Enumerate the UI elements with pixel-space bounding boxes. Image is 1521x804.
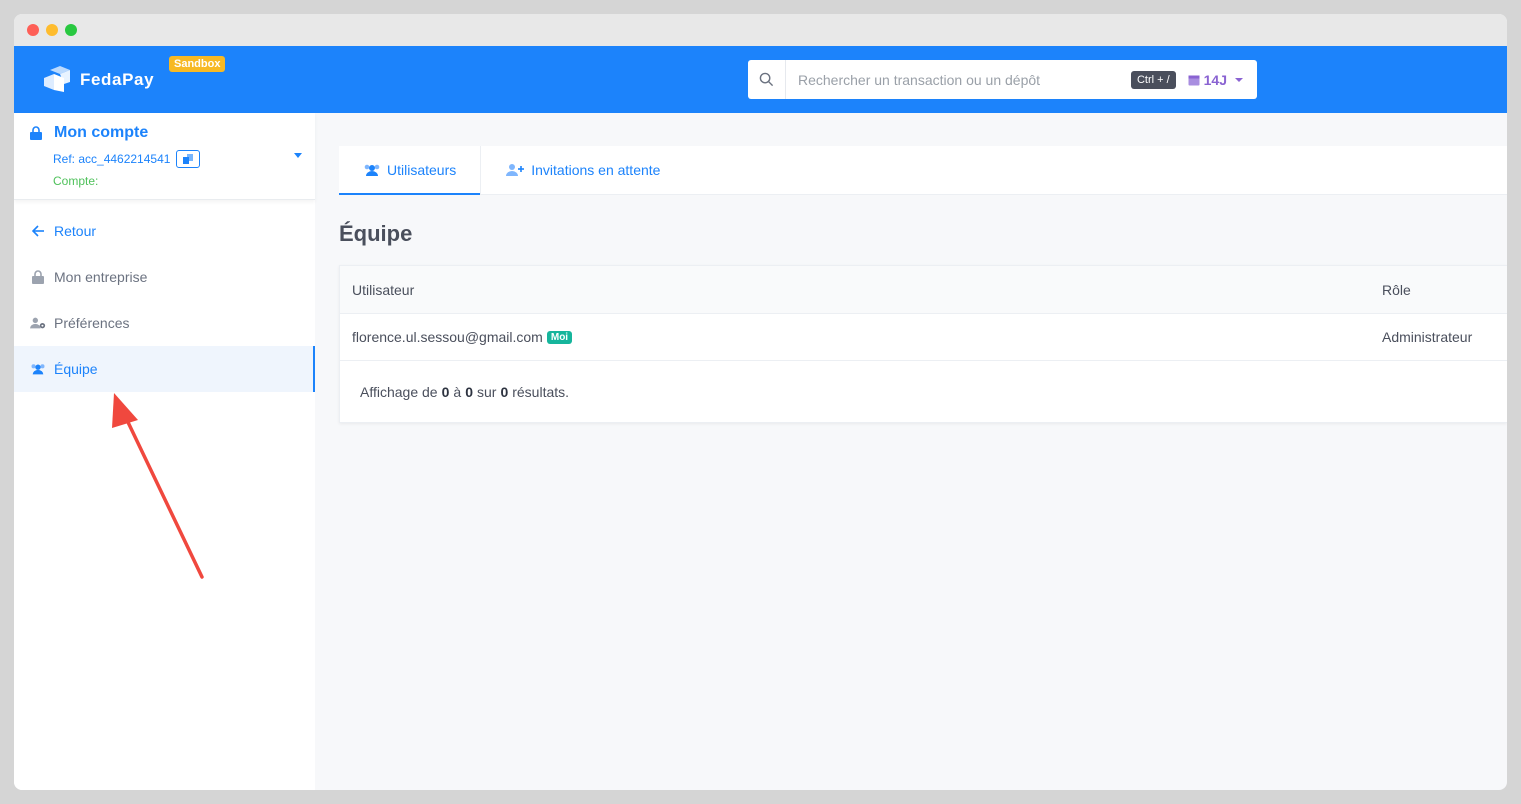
arrow-left-icon	[30, 223, 46, 239]
pagination-to-word: à	[453, 383, 462, 400]
sidebar: Mon compte Ref: acc_4462214541 Compte: R…	[14, 113, 315, 790]
sidebar-item-label: Mon entreprise	[54, 269, 148, 285]
page-title: Équipe	[339, 221, 413, 246]
user-email: florence.ul.sessou@gmail.com	[352, 329, 543, 345]
lock-icon	[30, 126, 42, 140]
fedapay-logo-icon	[44, 66, 70, 92]
pagination-to: 0	[465, 383, 473, 400]
brand-logo[interactable]: FedaPay	[40, 66, 154, 94]
browser-window: FedaPay Sandbox Ctrl + / 14J Mon compte …	[14, 14, 1507, 790]
role-cell: Administrateur	[1382, 329, 1473, 345]
tab-label: Utilisateurs	[387, 162, 457, 178]
pagination-summary: Affichage de 0 à 0 sur 0 résultats.	[340, 361, 1507, 422]
title-bar	[14, 14, 1507, 46]
table-header: Utilisateur Rôle	[340, 266, 1507, 314]
pagination-prefix: Affichage de	[360, 383, 438, 400]
account-ref: Ref: acc_4462214541	[53, 150, 201, 168]
minimize-window-button[interactable]	[46, 24, 58, 36]
search-icon[interactable]	[748, 60, 786, 99]
calendar-icon	[1188, 75, 1200, 85]
sidebar-item-preferences[interactable]: Préférences	[14, 300, 315, 346]
search-input[interactable]	[786, 60, 1131, 99]
sidebar-item-label: Préférences	[54, 315, 130, 331]
main-content: Utilisateurs Invitations en attente Équi…	[339, 146, 1507, 423]
team-table: Utilisateur Rôle florence.ul.sessou@gmai…	[339, 265, 1507, 423]
chevron-down-icon	[1235, 77, 1243, 82]
pagination-from: 0	[441, 383, 450, 400]
period-selector[interactable]: 14J	[1188, 72, 1243, 88]
sidebar-item-label: Retour	[54, 223, 97, 239]
users-icon	[30, 361, 46, 377]
chevron-down-icon[interactable]	[294, 153, 302, 158]
copy-icon	[183, 154, 194, 164]
account-type: Compte:	[53, 174, 99, 188]
sidebar-nav: Retour Mon entreprise Préférences Équipe	[14, 208, 315, 392]
top-navbar: FedaPay Sandbox Ctrl + / 14J	[14, 46, 1507, 113]
user-gear-icon	[30, 315, 46, 331]
tab-label: Invitations en attente	[531, 162, 661, 178]
users-icon	[364, 164, 380, 176]
sidebar-item-retour[interactable]: Retour	[14, 208, 315, 254]
account-ref-label: Ref: acc_4462214541	[53, 152, 171, 166]
pagination-suffix: résultats.	[512, 383, 570, 400]
tab-utilisateurs[interactable]: Utilisateurs	[339, 146, 482, 195]
search-bar: Ctrl + / 14J	[748, 60, 1257, 99]
search-shortcut-hint: Ctrl + /	[1130, 70, 1176, 89]
period-label: 14J	[1203, 71, 1227, 88]
copy-ref-button[interactable]	[176, 150, 201, 168]
account-title-label: Mon compte	[54, 124, 149, 141]
user-cell: florence.ul.sessou@gmail.com Moi	[340, 329, 1381, 345]
sandbox-badge: Sandbox	[169, 56, 226, 72]
column-header-role[interactable]: Rôle	[1381, 282, 1507, 298]
account-switcher[interactable]: Mon compte Ref: acc_4462214541 Compte:	[14, 113, 315, 200]
pagination-of-word: sur	[476, 383, 497, 400]
close-window-button[interactable]	[27, 24, 39, 36]
team-tabs: Utilisateurs Invitations en attente	[339, 146, 1507, 195]
lock-icon	[30, 269, 46, 285]
maximize-window-button[interactable]	[65, 24, 77, 36]
account-title: Mon compte	[30, 124, 148, 142]
table-row[interactable]: florence.ul.sessou@gmail.com Moi Adminis…	[340, 314, 1507, 361]
sidebar-item-label: Équipe	[54, 361, 98, 377]
current-user-badge: Moi	[546, 330, 573, 344]
user-plus-icon	[506, 164, 525, 176]
column-header-user[interactable]: Utilisateur	[340, 282, 1381, 298]
sidebar-item-mon-entreprise[interactable]: Mon entreprise	[14, 254, 315, 300]
pagination-total: 0	[500, 383, 509, 400]
brand-name: FedaPay	[80, 70, 155, 89]
sidebar-item-equipe[interactable]: Équipe	[14, 346, 315, 392]
tab-invitations-en-attente[interactable]: Invitations en attente	[481, 146, 684, 194]
